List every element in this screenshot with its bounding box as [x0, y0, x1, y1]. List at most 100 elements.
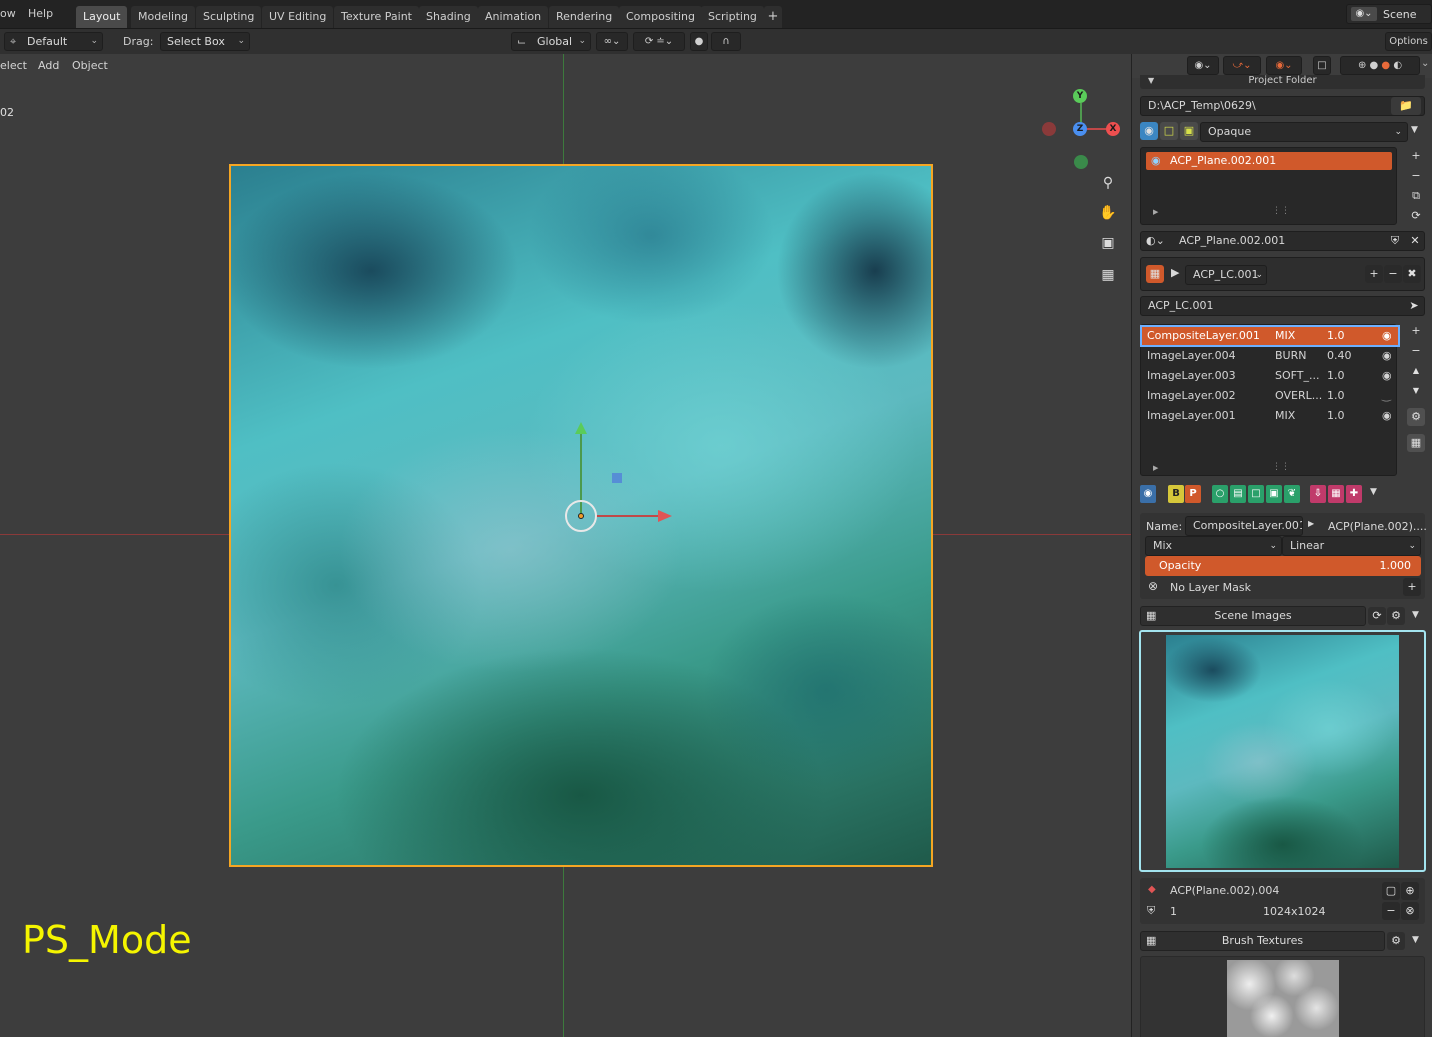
layer-row[interactable]: ImageLayer.004 BURN 0.40 ◉	[1142, 347, 1398, 365]
settings-icon[interactable]: ⚙	[1387, 607, 1405, 625]
close-icon[interactable]: ✕	[1406, 232, 1424, 250]
opacity-slider[interactable]: Opacity 1.000	[1145, 556, 1421, 576]
proportional-edit-button[interactable]: ●	[690, 32, 708, 51]
bake-p-icon[interactable]: P	[1185, 485, 1201, 503]
nav-y-ball[interactable]: Y	[1073, 89, 1087, 103]
delete-collection-icon[interactable]: ✖	[1403, 265, 1421, 283]
interpolation-dropdown[interactable]: Linear ⌄	[1282, 536, 1421, 556]
project-folder-header[interactable]: ▼ Project Folder	[1140, 75, 1425, 89]
copy-icon[interactable]: ⧉	[1407, 187, 1425, 205]
tab-modeling[interactable]: Modeling	[131, 6, 196, 28]
layer-image-icon[interactable]: ▦	[1407, 434, 1425, 452]
eye-closed-icon[interactable]: ‿	[1382, 387, 1391, 405]
transform-x-arrow-icon[interactable]	[658, 510, 672, 522]
new-image-icon[interactable]: ▢	[1382, 882, 1400, 900]
layer-collection-name-field[interactable]: ACP_LC.001	[1140, 296, 1425, 316]
layer-settings-icon[interactable]: ⚙	[1407, 408, 1425, 426]
play-icon[interactable]: ▶	[1171, 266, 1179, 279]
falloff-button[interactable]: ∩	[711, 32, 741, 51]
transform-x-axis[interactable]	[596, 515, 658, 517]
nav-neg-x-ball[interactable]	[1042, 122, 1056, 136]
expand-arrow-icon[interactable]: ▼	[1412, 610, 1419, 620]
tab-scripting[interactable]: Scripting	[701, 6, 764, 28]
layer-collection-dropdown[interactable]: ACP_LC.001 ⌄	[1185, 265, 1267, 285]
expand-arrow-icon[interactable]: ▼	[1412, 935, 1419, 945]
snap-button[interactable]: ⟳ ≐⌄	[633, 32, 685, 51]
add-object-icon[interactable]: +	[1407, 147, 1425, 165]
scene-image-thumbnail-frame[interactable]	[1139, 630, 1426, 872]
remove-image-icon[interactable]: −	[1382, 902, 1400, 920]
tab-compositing[interactable]: Compositing	[619, 6, 702, 28]
zoom-icon[interactable]: ⚲	[1096, 171, 1120, 195]
brush-texture-thumbnail[interactable]	[1227, 960, 1339, 1037]
tab-sculpting[interactable]: Sculpting	[196, 6, 262, 28]
menu-help[interactable]: Help	[28, 7, 53, 20]
transform-icon[interactable]: ✚	[1346, 485, 1362, 503]
eye-icon[interactable]: ◉	[1382, 407, 1392, 425]
refresh-icon[interactable]: ⟳	[1407, 207, 1425, 225]
tab-uv-editing[interactable]: UV Editing	[262, 6, 334, 28]
move-up-icon[interactable]: ▲	[1407, 362, 1425, 380]
tab-animation[interactable]: Animation	[478, 6, 549, 28]
chevron-down-icon[interactable]: ⌄	[1421, 58, 1429, 69]
tab-layout[interactable]: Layout	[76, 6, 128, 28]
transform-y-arrow-icon[interactable]	[575, 422, 587, 434]
material-field[interactable]: ◐⌄ ACP_Plane.002.001	[1140, 231, 1425, 251]
object-list[interactable]: ◉ ACP_Plane.002.001 ▶ ⋮⋮	[1140, 147, 1397, 225]
resize-grip-icon[interactable]: ⋮⋮	[1272, 462, 1290, 472]
remove-collection-icon[interactable]: −	[1384, 265, 1402, 283]
add-mask-icon[interactable]: +	[1403, 578, 1421, 596]
material-sphere-icon[interactable]: ◉	[1140, 122, 1158, 140]
fake-user-shield-icon[interactable]: ⛨	[1386, 232, 1404, 250]
tab-rendering[interactable]: Rendering	[549, 6, 620, 28]
shading-modes[interactable]: ⊕ ● ● ◐	[1340, 56, 1420, 75]
pan-hand-icon[interactable]: ✋	[1096, 201, 1120, 225]
layers-list[interactable]: CompositeLayer.001 MIX 1.0 ◉ ImageLayer.…	[1140, 324, 1400, 476]
scene-selector[interactable]: ◉⌄ Scene	[1346, 4, 1432, 24]
layer-tool-2-icon[interactable]: ▤	[1230, 485, 1246, 503]
overlay-toggle-icon[interactable]: ◉⌄	[1266, 56, 1302, 75]
add-collection-icon[interactable]: +	[1365, 265, 1383, 283]
reload-icon[interactable]: ⟳	[1368, 607, 1386, 625]
menu-window[interactable]: ow	[0, 7, 16, 20]
pivot-point-button[interactable]: ∞⌄	[596, 32, 628, 51]
menu-object[interactable]: Object	[72, 59, 108, 72]
checker-icon[interactable]: ▦	[1328, 485, 1344, 503]
menu-add[interactable]: Add	[38, 59, 59, 72]
nav-z-ball[interactable]: Z	[1073, 122, 1087, 136]
layer-blend-dropdown[interactable]: Mix ⌄	[1145, 536, 1282, 556]
layer-tool-3-icon[interactable]: □	[1248, 485, 1264, 503]
folder-icon[interactable]: 📁	[1391, 97, 1421, 115]
nav-neg-y-ball[interactable]	[1074, 155, 1088, 169]
transform-plane-handle[interactable]	[612, 473, 622, 483]
layer-row[interactable]: ImageLayer.001 MIX 1.0 ◉	[1142, 407, 1398, 425]
tab-texture-paint[interactable]: Texture Paint	[334, 6, 419, 28]
add-image-icon[interactable]: ⊕	[1401, 882, 1419, 900]
delete-image-icon[interactable]: ⊗	[1401, 902, 1419, 920]
add-layer-icon[interactable]: +	[1407, 322, 1425, 340]
eye-icon[interactable]: ◉	[1382, 347, 1392, 365]
new-folder-icon[interactable]: ▣	[1180, 122, 1198, 140]
expand-triangle-icon[interactable]: ▶	[1153, 208, 1158, 216]
nav-x-ball[interactable]: X	[1106, 122, 1120, 136]
layer-row[interactable]: CompositeLayer.001 MIX 1.0 ◉	[1140, 325, 1400, 347]
mode-dropdown[interactable]: ⌖ Default ⌄	[4, 32, 103, 51]
move-down-icon[interactable]: ▼	[1407, 382, 1425, 400]
layer-row[interactable]: ImageLayer.003 SOFT_... 1.0 ◉	[1142, 367, 1398, 385]
orientation-dropdown[interactable]: ⌙ Global ⌄	[511, 32, 591, 51]
remove-object-icon[interactable]: −	[1407, 167, 1425, 185]
bake-b-icon[interactable]: B	[1168, 485, 1184, 503]
camera-icon[interactable]: ▣	[1096, 231, 1120, 255]
layer-row[interactable]: ImageLayer.002 OVERL... 1.0 ‿	[1142, 387, 1398, 405]
resize-grip-icon[interactable]: ⋮⋮	[1272, 206, 1290, 216]
remove-layer-icon[interactable]: −	[1407, 342, 1425, 360]
3d-viewport[interactable]: elect Add Object 02 Y Z X ⚲ ✋ ▣ ▦ PS_Mod…	[0, 54, 1131, 1037]
perspective-grid-icon[interactable]: ▦	[1096, 263, 1120, 287]
eye-icon[interactable]: ◉	[1382, 327, 1392, 345]
view-eye-icon[interactable]: ◉	[1140, 485, 1156, 503]
menu-select[interactable]: elect	[0, 59, 27, 72]
new-image-icon[interactable]: □	[1160, 122, 1178, 140]
layer-tool-4-icon[interactable]: ▣	[1266, 485, 1282, 503]
scene-images-header[interactable]: ▦ Scene Images	[1140, 606, 1366, 626]
drag-dropdown[interactable]: Select Box ⌄	[160, 32, 250, 51]
